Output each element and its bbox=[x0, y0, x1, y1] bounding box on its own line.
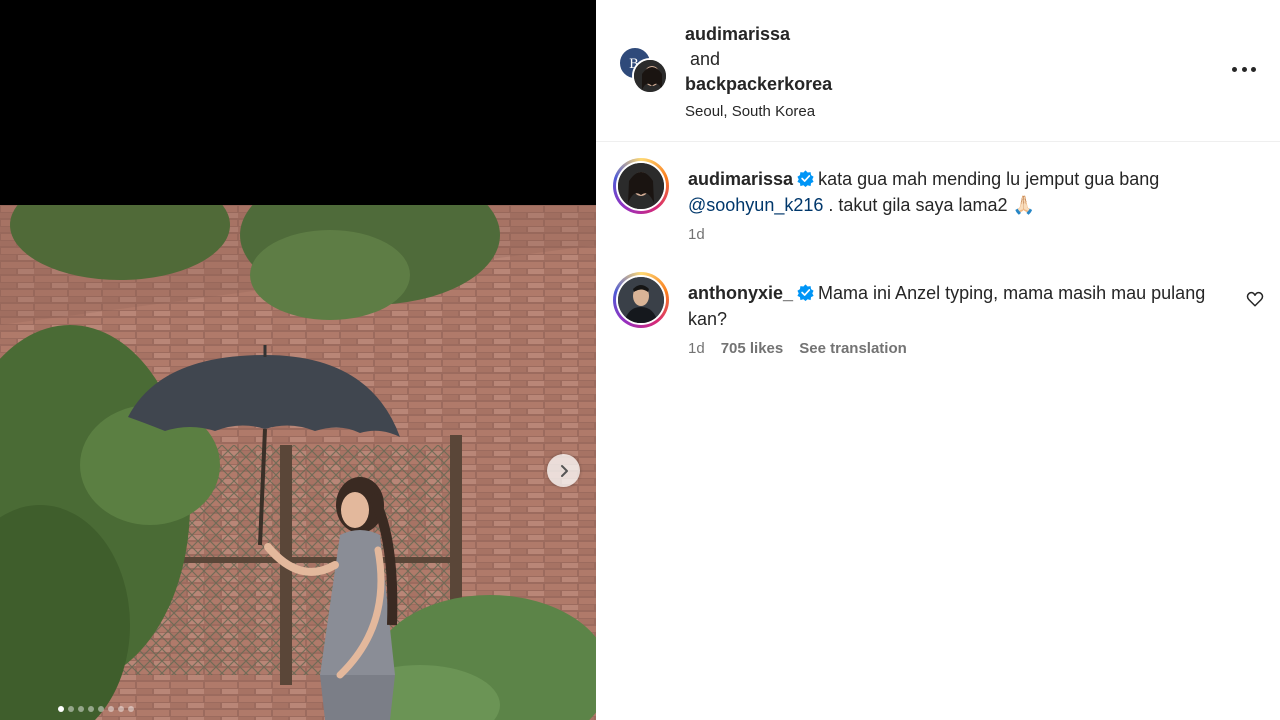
comment-username[interactable]: audimarissa bbox=[688, 169, 793, 189]
post-media bbox=[0, 0, 596, 720]
carousel-dot bbox=[68, 706, 74, 712]
avatar[interactable] bbox=[613, 272, 669, 328]
heart-outline-icon[interactable] bbox=[1246, 290, 1264, 308]
carousel-indicator bbox=[58, 706, 134, 712]
carousel-dot bbox=[118, 706, 124, 712]
more-horizontal-icon bbox=[1232, 66, 1237, 72]
comment-text: . takut gila saya lama2 🙏🏻 bbox=[828, 195, 1035, 215]
post-header: B audimarissa and backpackerkorea Seoul,… bbox=[596, 0, 1280, 142]
more-options-button[interactable] bbox=[1232, 60, 1256, 78]
mention-link[interactable]: @soohyun_k216 bbox=[688, 195, 823, 215]
carousel-dot bbox=[128, 706, 134, 712]
caption-text: audimarissa kata gua mah mending lu jempu… bbox=[688, 166, 1228, 218]
avatar[interactable] bbox=[613, 158, 669, 214]
chevron-right-icon bbox=[560, 464, 568, 477]
see-translation-button[interactable]: See translation bbox=[799, 340, 907, 357]
comment-time[interactable]: 1d bbox=[688, 340, 705, 357]
more-dot bbox=[1241, 66, 1247, 72]
comment-body: anthonyxie_ Mama ini Anzel typing, mama m… bbox=[688, 280, 1228, 332]
carousel-dot bbox=[58, 706, 64, 712]
header-username[interactable]: backpackerkorea bbox=[685, 72, 832, 97]
carousel-dot bbox=[88, 706, 94, 712]
comment-meta: 1d bbox=[688, 226, 705, 243]
likes-count[interactable]: 705 likes bbox=[721, 340, 784, 357]
header-text: audimarissa and backpackerkorea Seoul, S… bbox=[685, 22, 832, 124]
verified-badge-icon bbox=[797, 170, 814, 187]
more-dot bbox=[1251, 66, 1256, 72]
carousel-dot bbox=[108, 706, 114, 712]
verified-badge-icon bbox=[797, 284, 814, 301]
comment-time[interactable]: 1d bbox=[688, 226, 705, 243]
post-photo[interactable] bbox=[0, 205, 596, 720]
location-link[interactable]: Seoul, South Korea bbox=[685, 99, 832, 124]
post-viewer: B audimarissa and backpackerkorea Seoul,… bbox=[0, 0, 1280, 720]
carousel-dot bbox=[78, 706, 84, 712]
header-username[interactable]: audimarissa bbox=[685, 22, 832, 47]
header-and: and bbox=[690, 49, 721, 69]
comment-username[interactable]: anthonyxie_ bbox=[688, 283, 793, 303]
carousel-dot bbox=[98, 706, 104, 712]
post-side-panel: B audimarissa and backpackerkorea Seoul,… bbox=[596, 0, 1280, 720]
comment-meta: 1d 705 likes See translation bbox=[688, 340, 907, 357]
collab-avatars[interactable]: B bbox=[618, 46, 668, 94]
next-slide-button[interactable] bbox=[547, 454, 580, 487]
comment-text: kata gua mah mending lu jemput gua bang bbox=[818, 169, 1160, 189]
avatar bbox=[632, 58, 668, 94]
